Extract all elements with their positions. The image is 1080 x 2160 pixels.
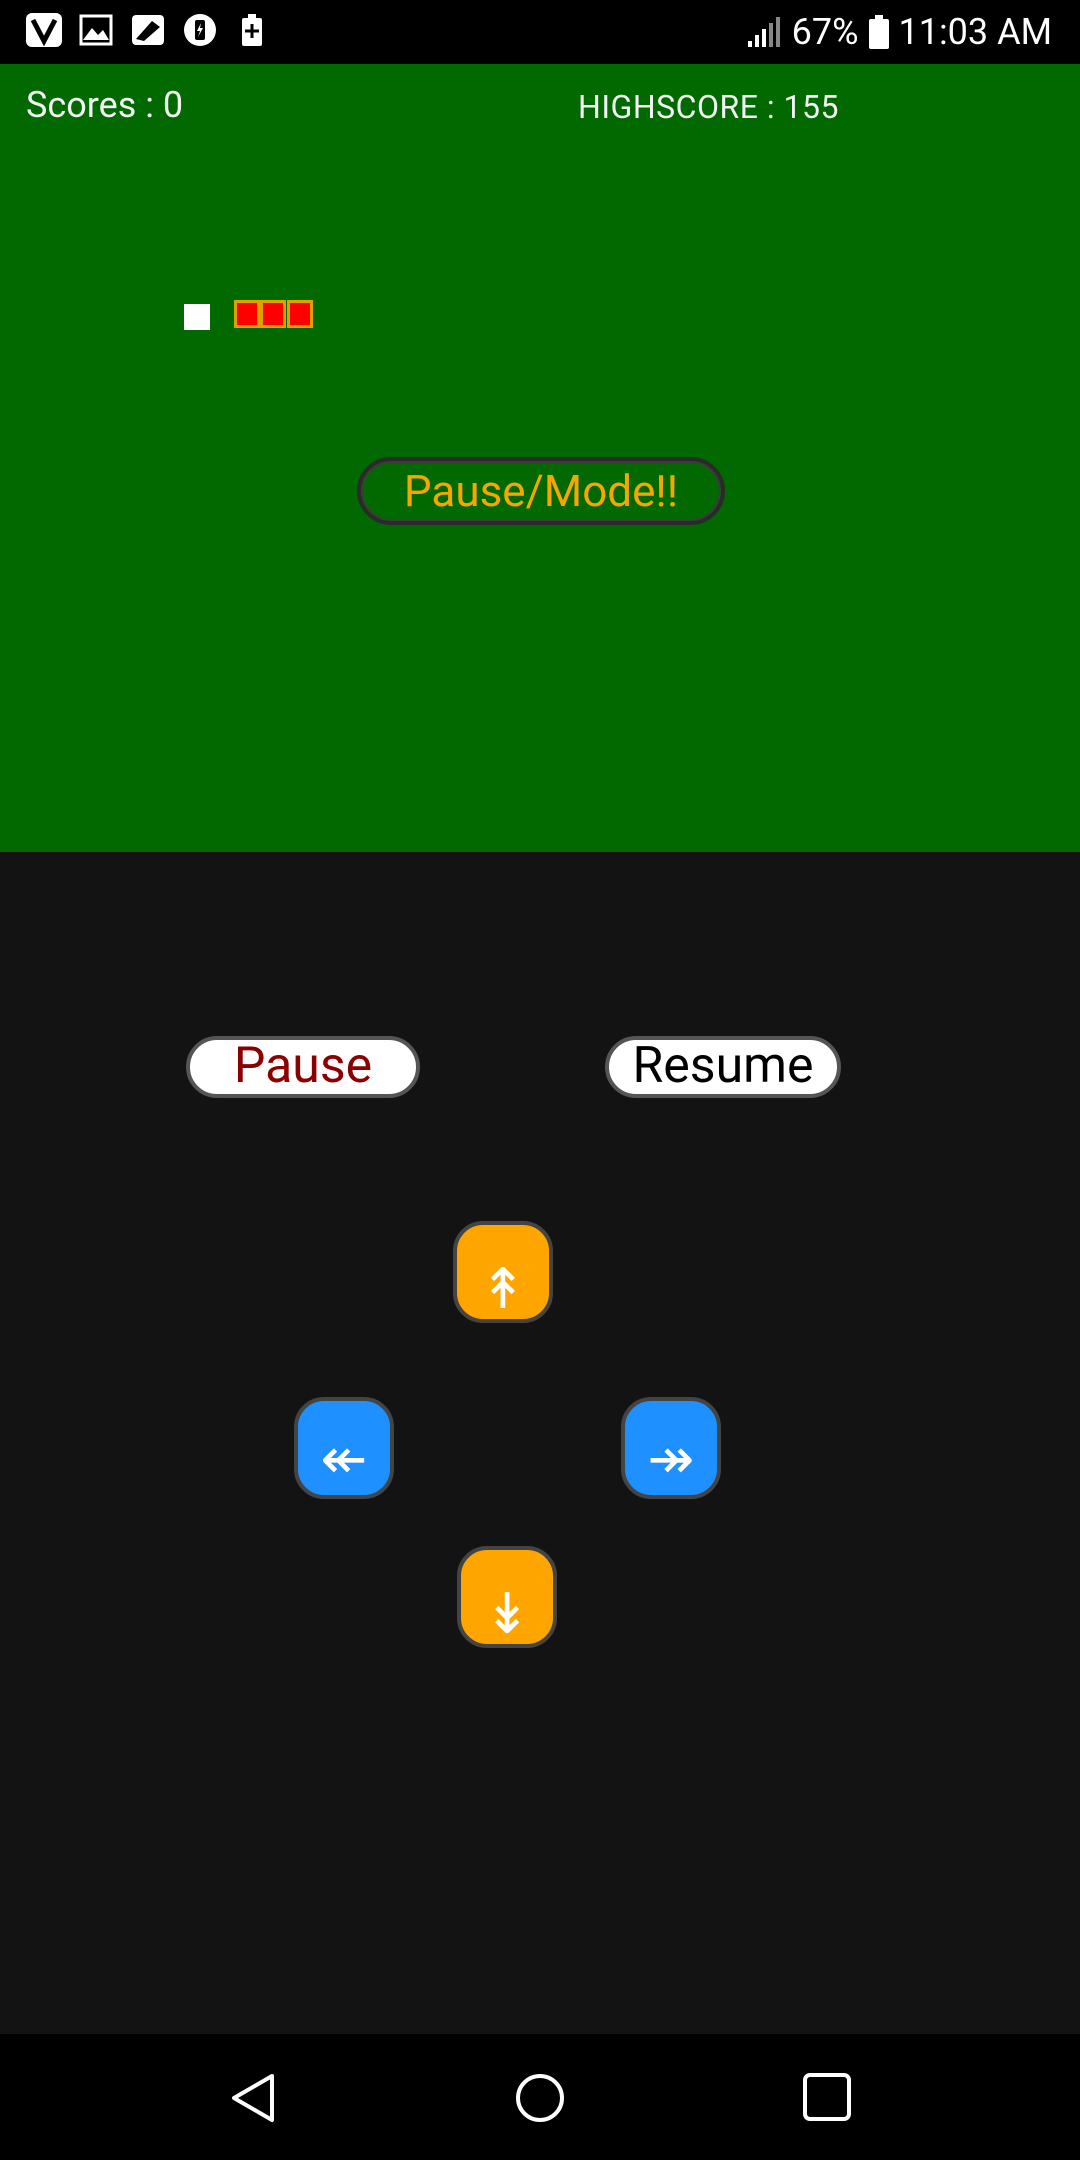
- food-pellet: [184, 304, 210, 330]
- battery-icon: [868, 15, 889, 49]
- up-arrow-icon: ↟: [479, 1256, 527, 1322]
- back-icon[interactable]: [228, 2072, 278, 2128]
- status-bar: 67% 11:03 AM: [0, 0, 1080, 64]
- status-right: 67% 11:03 AM: [746, 6, 1052, 58]
- resume-button[interactable]: Resume: [605, 1036, 841, 1098]
- recents-icon[interactable]: [802, 2072, 852, 2126]
- pause-button[interactable]: Pause: [186, 1036, 420, 1098]
- navigation-bar: [0, 2034, 1080, 2160]
- left-arrow-icon: ↞: [320, 1426, 368, 1492]
- snake-segment: [287, 300, 313, 328]
- highscore-label: HIGHSCORE : 155: [578, 88, 839, 126]
- down-arrow-icon: ↡: [483, 1581, 531, 1647]
- up-button[interactable]: ↟: [453, 1221, 553, 1323]
- score-label: Scores : 0: [26, 84, 184, 126]
- notification-icons: [24, 10, 272, 50]
- left-button[interactable]: ↞: [294, 1397, 394, 1499]
- down-button[interactable]: ↡: [457, 1546, 557, 1648]
- vlc-icon: [24, 10, 64, 50]
- battery-percent: 67%: [791, 11, 859, 53]
- signal-icon: [746, 15, 782, 49]
- right-button[interactable]: ↠: [621, 1397, 721, 1499]
- cleaner-icon: [128, 10, 168, 50]
- game-field[interactable]: Scores : 0 HIGHSCORE : 155 Pause/Mode!!: [0, 64, 1080, 852]
- pause-mode-button[interactable]: Pause/Mode!!: [357, 457, 725, 525]
- right-arrow-icon: ↠: [647, 1426, 695, 1492]
- battery-plus-icon: [232, 10, 272, 50]
- gallery-icon: [76, 10, 116, 50]
- battery-saver-icon: [180, 10, 220, 50]
- home-icon[interactable]: [514, 2072, 566, 2128]
- snake-segment: [260, 300, 286, 328]
- clock: 11:03 AM: [898, 11, 1053, 53]
- snake-segment: [234, 300, 260, 328]
